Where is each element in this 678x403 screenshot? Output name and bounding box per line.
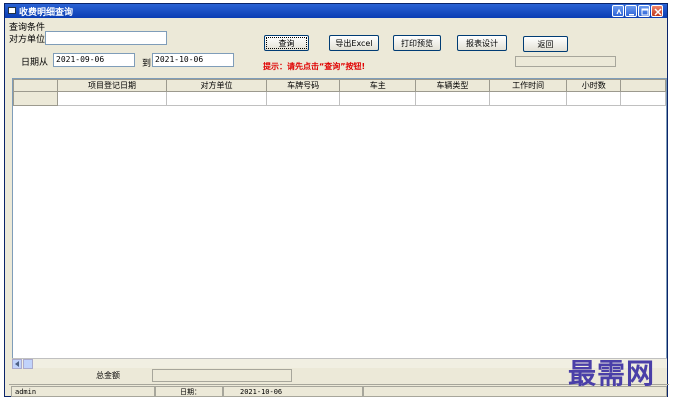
table-cell[interactable] <box>166 91 267 106</box>
column-header[interactable]: 工作时间 <box>488 79 568 92</box>
total-amount-value <box>152 369 292 382</box>
close-button[interactable] <box>651 5 663 17</box>
table-cell[interactable] <box>566 91 622 106</box>
column-header[interactable]: 项目登记日期 <box>56 79 168 92</box>
column-header <box>620 79 666 92</box>
table-cell[interactable] <box>339 91 417 106</box>
return-button[interactable]: 返回 <box>523 36 568 52</box>
maximize-icon <box>641 8 649 16</box>
window-title: 收费明细查询 <box>19 8 74 18</box>
app-icon <box>8 7 16 14</box>
hint-text: 提示：请先点击“查询”按钮! <box>263 62 366 71</box>
table-cell[interactable] <box>488 91 568 106</box>
minimize-icon <box>629 14 634 16</box>
date-from-label: 日期从 <box>21 58 49 68</box>
results-grid[interactable]: 项目登记日期 对方单位 车牌号码 车主 车辆类型 工作时间 小时数 <box>12 78 667 359</box>
export-excel-button[interactable]: 导出Excel <box>329 35 379 51</box>
column-header[interactable]: 小时数 <box>566 79 622 92</box>
party-label: 对方单位 <box>9 35 46 45</box>
site-watermark: 最需网 <box>568 357 656 390</box>
close-icon <box>654 8 662 16</box>
table-header-row: 项目登记日期 对方单位 车牌号码 车主 车辆类型 工作时间 小时数 <box>13 79 666 92</box>
column-header[interactable]: 车辆类型 <box>415 79 490 92</box>
total-amount-label: 总金额 <box>96 371 120 380</box>
results-table: 项目登记日期 对方单位 车牌号码 车主 车辆类型 工作时间 小时数 <box>13 79 666 106</box>
date-to-label: 到 <box>142 59 152 69</box>
date-from-input[interactable]: 2021-09-06 <box>53 53 135 67</box>
table-cell[interactable] <box>415 91 490 106</box>
status-user: admin <box>11 386 155 397</box>
query-conditions-group: 查询条件 对方单位 日期从 2021-09-06 到 2021-10-06 查询… <box>9 20 665 76</box>
column-header[interactable]: 车主 <box>339 79 417 92</box>
help-icon <box>616 8 622 15</box>
query-button[interactable]: 查询 <box>264 35 309 51</box>
main-window: 收费明细查询 查询条件 对方单位 日期从 2021-09-06 到 2021-1… <box>4 3 669 397</box>
row-header[interactable] <box>13 91 58 106</box>
status-date-value: 2021-10-06 <box>223 386 363 397</box>
totals-row: 总金额 <box>9 369 665 383</box>
progress-bar <box>515 56 616 67</box>
title-bar: 收费明细查询 <box>5 4 667 18</box>
corner-header <box>13 79 58 92</box>
maximize-button[interactable] <box>638 5 650 17</box>
table-row[interactable] <box>13 91 666 106</box>
party-input[interactable] <box>45 31 167 45</box>
print-preview-button[interactable]: 打印预览 <box>393 35 441 51</box>
status-date-label: 日期： <box>155 386 223 397</box>
column-header[interactable]: 对方单位 <box>166 79 267 92</box>
report-design-button[interactable]: 报表设计 <box>457 35 507 51</box>
date-to-input[interactable]: 2021-10-06 <box>152 53 234 67</box>
column-header[interactable]: 车牌号码 <box>265 79 341 92</box>
table-cell[interactable] <box>620 91 666 106</box>
table-cell[interactable] <box>56 91 168 106</box>
table-cell[interactable] <box>265 91 341 106</box>
scroll-left-icon[interactable] <box>12 359 22 369</box>
help-button[interactable] <box>612 5 624 17</box>
minimize-button[interactable] <box>625 5 637 17</box>
scrollbar-thumb[interactable] <box>23 359 33 369</box>
